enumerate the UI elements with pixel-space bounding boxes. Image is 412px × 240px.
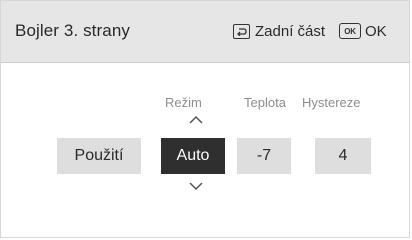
mode-selector[interactable]: Auto	[161, 138, 225, 174]
temperature-field[interactable]: -7	[237, 138, 291, 174]
chevron-down-icon[interactable]	[186, 181, 206, 191]
ok-label: OK	[365, 22, 387, 40]
hysteresis-field[interactable]: 4	[315, 138, 371, 174]
temperature-label: Teplota	[244, 95, 286, 110]
ok-key-icon: OK	[339, 23, 361, 39]
apply-button[interactable]: Použití	[57, 138, 141, 174]
hysteresis-label: Hystereze	[302, 95, 361, 110]
chevron-up-icon[interactable]	[186, 115, 206, 125]
header-bar: Bojler 3. strany Zadní část OK OK	[1, 1, 409, 63]
page-title: Bojler 3. strany	[15, 21, 130, 40]
back-button[interactable]: Zadní část	[233, 20, 325, 42]
back-icon	[233, 23, 250, 39]
ok-button[interactable]: OK OK	[339, 20, 387, 42]
mode-label: Režim	[165, 95, 202, 110]
boiler-settings-screen: Bojler 3. strany Zadní část OK OK Režim …	[0, 0, 410, 238]
back-label: Zadní část	[255, 22, 326, 40]
